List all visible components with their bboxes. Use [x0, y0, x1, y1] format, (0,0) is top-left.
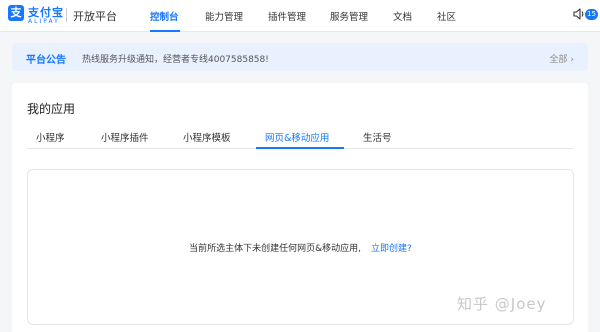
logo-subtext: ALIPAY	[28, 18, 60, 25]
announcement-title: 平台公告	[26, 55, 66, 66]
nav-console[interactable]: 控制台	[150, 9, 179, 23]
tab-mini-program-plugin[interactable]: 小程序插件	[101, 130, 149, 144]
chevron-right-icon: ›	[570, 55, 574, 65]
nav-plugin-management[interactable]: 插件管理	[268, 9, 306, 23]
nav-docs[interactable]: 文档	[393, 9, 412, 23]
view-all-label: 全部	[549, 55, 568, 65]
app-type-tabs: 小程序 小程序插件 小程序模板 网页&移动应用 生活号	[27, 123, 574, 149]
nav-capability-management[interactable]: 能力管理	[205, 9, 243, 23]
nav-active-underline	[150, 30, 180, 32]
create-now-link[interactable]: 立即创建?	[371, 244, 412, 254]
announcement-text[interactable]: 热线服务升级通知，经营者专线4007585858!	[82, 52, 269, 65]
announcement-bar: 平台公告 热线服务升级通知，经营者专线4007585858! 全部 ›	[12, 43, 588, 71]
tab-life-account[interactable]: 生活号	[363, 130, 392, 144]
nav-community[interactable]: 社区	[437, 9, 456, 23]
empty-state-text: 当前所选主体下未创建任何网页&移动应用,	[189, 244, 362, 254]
top-header: 支 支付宝 ALIPAY 开放平台 控制台 能力管理 插件管理 服务管理 文档 …	[0, 0, 600, 32]
empty-state-message: 当前所选主体下未创建任何网页&移动应用, 立即创建?	[28, 241, 573, 254]
logo-divider	[66, 8, 67, 22]
alipay-logo-icon[interactable]: 支	[8, 5, 24, 21]
watermark: 知乎 @Joey	[457, 295, 547, 313]
view-all-link[interactable]: 全部 ›	[549, 52, 574, 65]
speaker-icon[interactable]	[572, 7, 586, 21]
tab-active-underline	[256, 147, 344, 149]
tab-mini-program[interactable]: 小程序	[36, 130, 65, 144]
notification-count-badge: 15	[585, 9, 598, 20]
nav-service-management[interactable]: 服务管理	[330, 9, 368, 23]
platform-name[interactable]: 开放平台	[73, 8, 117, 24]
page-title: 我的应用	[27, 102, 76, 116]
tab-web-mobile-app[interactable]: 网页&移动应用	[265, 130, 329, 144]
tab-mini-program-template[interactable]: 小程序模板	[183, 130, 231, 144]
